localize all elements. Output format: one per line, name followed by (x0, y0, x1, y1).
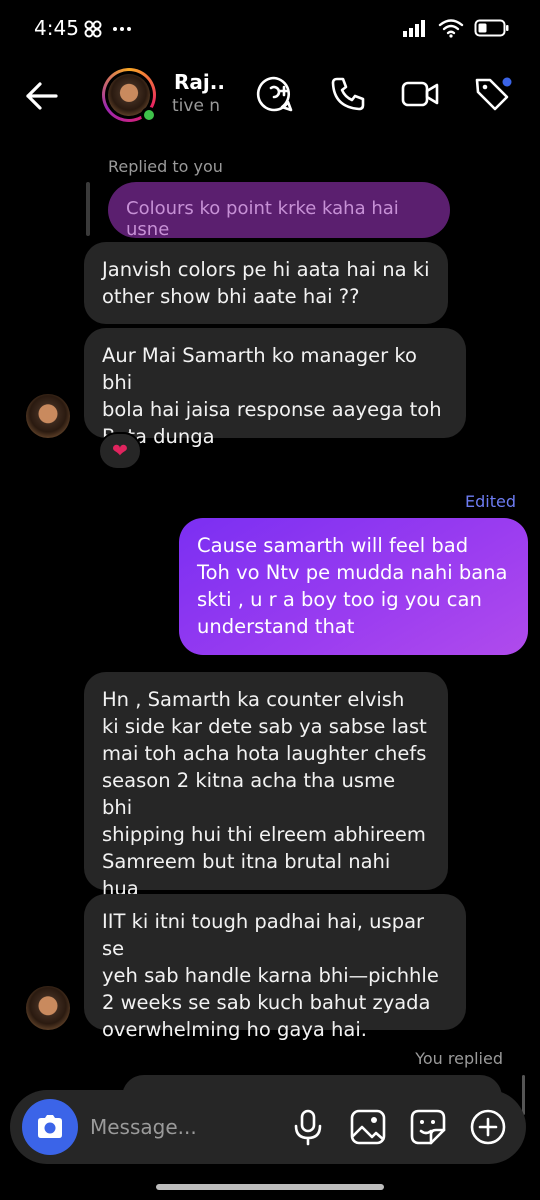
message-line: ki side kar dete sab ya sabse last (102, 715, 427, 738)
wifi-icon (438, 18, 464, 38)
heart-reaction[interactable]: ❤ (98, 432, 142, 470)
gallery-icon[interactable] (348, 1107, 388, 1147)
sticker-icon[interactable] (408, 1107, 448, 1147)
signal-icon (402, 18, 428, 38)
message-line: Janvish colors pe hi aata hai na ki (102, 258, 430, 281)
message-line: overwhelming ho gaya hai. (102, 1018, 367, 1041)
sender-avatar[interactable] (26, 986, 70, 1030)
contact-name[interactable]: Raj... (174, 70, 226, 94)
app-notification-icon (82, 18, 104, 40)
reply-bar (86, 182, 90, 236)
status-time: 4:45 (34, 16, 79, 40)
camera-button[interactable] (22, 1099, 78, 1155)
message-bubble-incoming[interactable]: Hn , Samarth ka counter elvish ki side k… (84, 672, 448, 927)
message-line: yeh sab handle karna bhi—pichhle (102, 964, 439, 987)
phone-icon[interactable] (328, 74, 368, 114)
message-line: Bata dunga (102, 425, 215, 448)
you-replied-label: You replied (415, 1049, 503, 1068)
message-input[interactable] (90, 1112, 280, 1142)
message-line: understand that (197, 615, 355, 638)
contact-status: tive n (172, 96, 221, 116)
message-line: skti , u r a boy too ig you can (197, 588, 482, 611)
microphone-icon[interactable] (288, 1107, 328, 1147)
message-bubble-incoming[interactable]: IIT ki itni tough padhai hai, uspar se y… (84, 894, 466, 1041)
camera-icon (35, 1113, 65, 1141)
battery-icon (474, 18, 510, 38)
message-line: season 2 kitna acha tha usme bhi (102, 769, 396, 819)
status-bar: 4:45 (0, 0, 540, 60)
tag-icon[interactable] (472, 74, 512, 114)
chat-header: Raj... tive n (0, 60, 540, 130)
message-list[interactable]: Replied to you Colours ko point krke kah… (0, 130, 540, 1115)
message-line: Aur Mai Samarth ko manager ko bhi (102, 344, 417, 394)
message-bubble-outgoing[interactable]: Cause samarth will feel bad Toh vo Ntv p… (179, 518, 528, 655)
message-line: Cause samarth will feel bad (197, 534, 469, 557)
message-line: IIT ki itni tough padhai hai, uspar se (102, 910, 425, 960)
more-dots-icon (112, 25, 132, 33)
avatar[interactable] (102, 68, 157, 123)
home-indicator[interactable] (156, 1184, 384, 1190)
message-line: mai toh acha hota laughter chefs (102, 742, 427, 765)
message-line: Hn , Samarth ka counter elvish (102, 688, 405, 711)
plus-icon[interactable] (468, 1107, 508, 1147)
message-composer (10, 1090, 526, 1164)
back-arrow-icon[interactable] (22, 76, 62, 116)
chat-add-icon[interactable] (256, 74, 296, 114)
message-line: other show bhi aate hai ?? (102, 285, 360, 308)
video-icon[interactable] (400, 74, 440, 114)
message-line: Toh vo Ntv pe mudda nahi bana (197, 561, 508, 584)
edited-label: Edited (465, 492, 516, 511)
message-line: bola hai jaisa response aayega toh (102, 398, 442, 421)
quoted-message[interactable]: Colours ko point krke kaha hai usne (108, 182, 450, 240)
message-line: 2 weeks se sab kuch bahut zyada (102, 991, 431, 1014)
scrollbar[interactable] (522, 1075, 525, 1115)
replied-label: Replied to you (108, 157, 223, 176)
message-bubble-incoming[interactable]: Aur Mai Samarth ko manager ko bhi bola h… (84, 328, 466, 448)
online-indicator (141, 107, 157, 123)
message-bubble-incoming[interactable]: Janvish colors pe hi aata hai na ki othe… (84, 242, 448, 324)
sender-avatar[interactable] (26, 394, 70, 438)
message-line: shipping hui thi elreem abhireem (102, 823, 426, 846)
